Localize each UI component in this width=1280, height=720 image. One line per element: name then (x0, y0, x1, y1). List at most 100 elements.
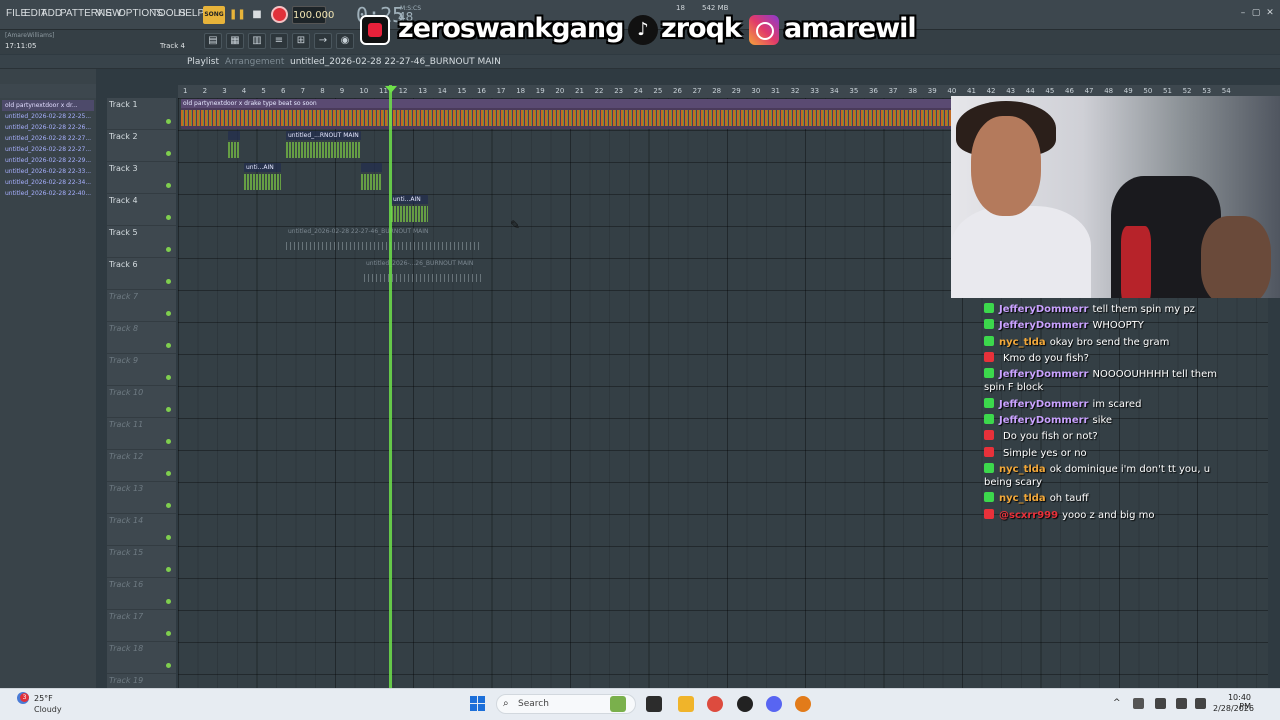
track-mute-led[interactable] (166, 503, 171, 508)
picker-item[interactable]: untitled_2026-02-28 22-27... (2, 144, 94, 155)
track-label: Track 11 (109, 420, 144, 429)
playhead[interactable] (389, 85, 392, 688)
track-mute-led[interactable] (166, 151, 171, 156)
weather-temperature[interactable]: 25°F (34, 694, 53, 703)
audio-clip[interactable] (228, 131, 240, 161)
ruler-bar-number: 29 (731, 87, 741, 95)
track-header[interactable]: Track 1 (107, 98, 176, 130)
ruler-bar-number: 25 (653, 87, 663, 95)
playlist-arrangement[interactable]: Arrangement (225, 57, 284, 67)
track-header[interactable]: Track 9 (107, 354, 176, 386)
ruler-bar-number: 47 (1084, 87, 1094, 95)
picker-item[interactable]: untitled_2026-02-28 22-33... (2, 166, 94, 177)
ruler-bar-number: 8 (320, 87, 325, 95)
tempo-display[interactable]: 100.000 (292, 6, 334, 24)
track-header[interactable]: Track 13 (107, 482, 176, 514)
track-mute-led[interactable] (166, 567, 171, 572)
maximize-icon[interactable]: ▢ (1251, 8, 1261, 18)
kick-badge-icon (984, 335, 994, 346)
search-placeholder[interactable]: Search (518, 699, 549, 709)
audio-clip[interactable]: unti...AIN (391, 195, 428, 225)
audio-clip[interactable]: untitled_...RNOUT MAIN (286, 131, 361, 161)
track-header[interactable]: Track 12 (107, 450, 176, 482)
track-header[interactable]: Track 3 (107, 162, 176, 194)
mic-icon[interactable]: ◉ (336, 33, 354, 49)
track-mute-led[interactable] (166, 599, 171, 604)
track-mute-led[interactable] (166, 311, 171, 316)
picker-item[interactable]: untitled_2026-02-28 22-29... (2, 155, 94, 166)
discord-icon[interactable] (766, 696, 782, 712)
track-mute-led[interactable] (166, 663, 171, 668)
minimize-icon[interactable]: – (1238, 8, 1248, 18)
track-header[interactable]: Track 7 (107, 290, 176, 322)
track-mute-led[interactable] (166, 631, 171, 636)
track-header[interactable]: Track 6 (107, 258, 176, 290)
tray-overflow-icon[interactable]: ^ (1113, 698, 1121, 708)
track-mute-led[interactable] (166, 119, 171, 124)
track-header[interactable]: Track 2 (107, 130, 176, 162)
picker-item[interactable]: untitled_2026-02-28 22-34... (2, 177, 94, 188)
ruler-bar-number: 35 (849, 87, 859, 95)
stop-icon[interactable]: ■ (250, 6, 264, 24)
track-mute-led[interactable] (166, 407, 171, 412)
picker-item[interactable]: untitled_2026-02-28 22-40... (2, 188, 94, 199)
piano-roll-icon[interactable]: ▦ (226, 33, 244, 49)
obs-icon[interactable] (737, 696, 753, 712)
playlist-icon[interactable]: ▤ (204, 33, 222, 49)
audio-clip[interactable] (361, 163, 382, 193)
track-header[interactable]: Track 8 (107, 322, 176, 354)
ruler-bar-number: 18 (516, 87, 526, 95)
audio-clip[interactable]: untitled_2026-02-28 22-27-46_BURNOUT MAI… (286, 227, 481, 257)
browser-icon[interactable]: → (314, 33, 332, 49)
fl-studio-icon[interactable] (795, 696, 811, 712)
task-view-icon[interactable] (646, 696, 662, 712)
picker-item[interactable]: untitled_2026-02-28 22-26... (2, 122, 94, 133)
plugin-icon[interactable]: ⊞ (292, 33, 310, 49)
picker-item[interactable]: old partynextdoor x dr... (2, 100, 94, 111)
track-mute-led[interactable] (166, 343, 171, 348)
audio-clip[interactable]: unti...AIN (244, 163, 281, 193)
file-explorer-icon[interactable] (678, 696, 694, 712)
clip-label: untitled_...RNOUT MAIN (286, 131, 361, 140)
mixer-icon[interactable]: ≡ (270, 33, 288, 49)
track-mute-led[interactable] (166, 439, 171, 444)
track-header[interactable]: Track 14 (107, 514, 176, 546)
track-header[interactable]: Track 16 (107, 578, 176, 610)
menu-help[interactable]: HELP (178, 8, 204, 19)
track-header[interactable]: Track 11 (107, 418, 176, 450)
windows-start-icon[interactable] (470, 696, 486, 712)
track-header[interactable]: Track 18 (107, 642, 176, 674)
track-mute-led[interactable] (166, 247, 171, 252)
track-mute-led[interactable] (166, 215, 171, 220)
audio-clip[interactable]: old partynextdoor x drake type beat so s… (181, 99, 956, 129)
track-header[interactable]: Track 10 (107, 386, 176, 418)
track-header[interactable]: Track 15 (107, 546, 176, 578)
track-header[interactable]: Track 4 (107, 194, 176, 226)
chrome-icon[interactable] (707, 696, 723, 712)
close-icon[interactable]: ✕ (1265, 8, 1275, 18)
track-mute-led[interactable] (166, 279, 171, 284)
picker-item[interactable]: untitled_2026-02-28 22-25... (2, 111, 94, 122)
track-header[interactable]: Track 17 (107, 610, 176, 642)
volume-icon[interactable] (1195, 698, 1206, 709)
track-mute-led[interactable] (166, 183, 171, 188)
tray-app-icon[interactable] (1133, 698, 1144, 709)
ruler-bar-number: 23 (614, 87, 624, 95)
windows-logo-pane (478, 696, 485, 703)
channel-rack-icon[interactable]: ▥ (248, 33, 266, 49)
track-mute-led[interactable] (166, 471, 171, 476)
song-mode-button[interactable]: SONG (203, 6, 225, 24)
track-header[interactable]: Track 5 (107, 226, 176, 258)
wifi-icon[interactable] (1176, 698, 1187, 709)
menu-add[interactable]: ADD (41, 8, 62, 19)
picker-item[interactable]: untitled_2026-02-28 22-27... (2, 133, 94, 144)
widgets-icon[interactable] (610, 696, 626, 712)
track-mute-led[interactable] (166, 535, 171, 540)
pause-icon[interactable]: ❚❚ (229, 6, 246, 24)
audio-clip[interactable]: untitled_2026-...26_BURNOUT MAIN (364, 259, 482, 289)
record-icon[interactable] (271, 6, 288, 23)
track-mute-led[interactable] (166, 375, 171, 380)
tray-date[interactable]: 2/28/2026 (1213, 704, 1254, 713)
weather-condition[interactable]: Cloudy (34, 705, 62, 714)
microphone-icon[interactable] (1155, 698, 1166, 709)
